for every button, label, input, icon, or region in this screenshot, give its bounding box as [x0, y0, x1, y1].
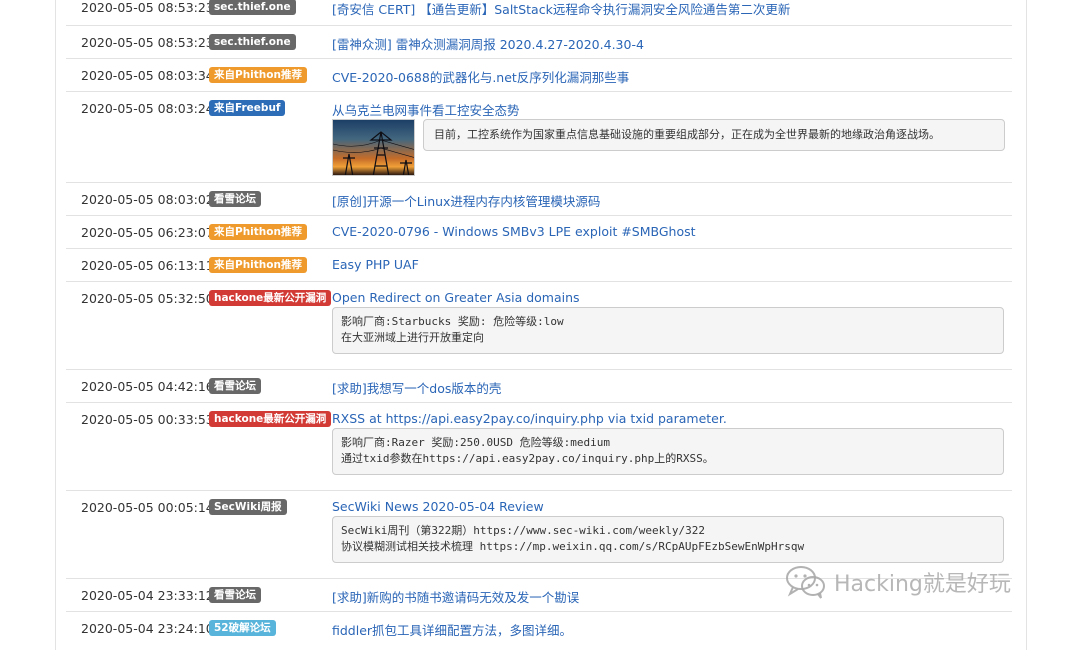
wechat-icon [786, 566, 825, 599]
item-title-link[interactable]: SecWiki News 2020-05-04 Review [332, 499, 544, 514]
vulnerability-detail: 影响厂商:Razer 奖励:250.0USD 危险等级:medium 通过txi… [332, 428, 1004, 475]
list-item: 2020-05-05 05:32:50 hackone最新公开漏洞 Open R… [66, 281, 1012, 370]
list-item: 2020-05-05 00:33:53 hackone最新公开漏洞 RXSS a… [66, 402, 1012, 491]
item-title-link[interactable]: CVE-2020-0688的武器化与.net反序列化漏洞那些事 [332, 67, 629, 86]
list-item: 2020-05-05 06:23:07 来自Phithon推荐 CVE-2020… [66, 215, 1012, 249]
item-time: 2020-05-05 08:03:34 [81, 68, 214, 83]
item-title-link[interactable]: [原创]开源一个Linux进程内存内核管理模块源码 [332, 191, 600, 210]
list-item: 2020-05-05 06:13:11 来自Phithon推荐 Easy PHP… [66, 248, 1012, 282]
item-time: 2020-05-05 05:32:50 [81, 291, 214, 306]
article-summary: 目前，工控系统作为国家重点信息基础设施的重要组成部分，正在成为全世界最新的地缘政… [423, 119, 1005, 151]
item-time: 2020-05-05 08:53:23 [81, 35, 214, 50]
source-badge[interactable]: 来自Phithon推荐 [209, 67, 307, 83]
source-badge[interactable]: 看雪论坛 [209, 378, 261, 394]
list-item: 2020-05-05 08:03:02 看雪论坛 [原创]开源一个Linux进程… [66, 182, 1012, 216]
source-badge[interactable]: 来自Phithon推荐 [209, 224, 307, 240]
item-time: 2020-05-04 23:33:12 [81, 588, 214, 603]
list-item: 2020-05-05 04:42:16 看雪论坛 [求助]我想写一个dos版本的… [66, 369, 1012, 403]
item-time: 2020-05-05 08:03:24 [81, 101, 214, 116]
item-title-link[interactable]: RXSS at https://api.easy2pay.co/inquiry.… [332, 411, 727, 426]
list-item: 2020-05-05 08:53:23 sec.thief.one [奇安信 C… [66, 0, 1012, 25]
item-time: 2020-05-05 06:13:11 [81, 258, 214, 273]
item-title-link[interactable]: [雷神众测] 雷神众测漏洞周报 2020.4.27-2020.4.30-4 [332, 34, 644, 53]
detail-line: 影响厂商:Razer 奖励:250.0USD 危险等级:medium [341, 436, 610, 449]
watermark: Hacking就是好玩 [784, 564, 1011, 600]
detail-line: 通过txid参数在https://api.easy2pay.co/inquiry… [341, 452, 714, 465]
detail-line: 协议模糊测试相关技术梳理 https://mp.weixin.qq.com/s/… [341, 540, 805, 553]
list-item: 2020-05-05 08:03:34 来自Phithon推荐 CVE-2020… [66, 58, 1012, 92]
list-item: 2020-05-05 08:53:23 sec.thief.one [雷神众测]… [66, 25, 1012, 59]
source-badge[interactable]: sec.thief.one [209, 34, 296, 50]
weekly-detail: SecWiki周刊（第322期）https://www.sec-wiki.com… [332, 516, 1004, 563]
item-time: 2020-05-05 06:23:07 [81, 225, 214, 240]
item-time: 2020-05-05 04:42:16 [81, 379, 214, 394]
source-badge[interactable]: hackone最新公开漏洞 [209, 290, 332, 306]
item-title-link[interactable]: fiddler抓包工具详细配置方法，多图详细。 [332, 620, 572, 639]
power-tower-image [333, 131, 414, 175]
source-badge[interactable]: SecWiki周报 [209, 499, 287, 515]
item-title-link[interactable]: [求助]我想写一个dos版本的壳 [332, 378, 501, 397]
item-time: 2020-05-05 00:05:14 [81, 500, 214, 515]
item-title-link[interactable]: CVE-2020-0796 - Windows SMBv3 LPE exploi… [332, 224, 696, 239]
vulnerability-detail: 影响厂商:Starbucks 奖励: 危险等级:low 在大亚洲域上进行开放重定… [332, 307, 1004, 354]
list-item: 2020-05-05 08:03:24 来自Freebuf 从乌克兰电网事件看工… [66, 91, 1012, 183]
item-time: 2020-05-05 08:53:23 [81, 0, 214, 15]
watermark-text: Hacking就是好玩 [834, 572, 1011, 597]
source-badge[interactable]: 来自Freebuf [209, 100, 286, 116]
item-time: 2020-05-05 00:33:53 [81, 412, 214, 427]
item-title-link[interactable]: Open Redirect on Greater Asia domains [332, 290, 580, 305]
item-title-link[interactable]: [奇安信 CERT] 【通告更新】SaltStack远程命令执行漏洞安全风险通告… [332, 0, 790, 18]
source-badge[interactable]: hackone最新公开漏洞 [209, 411, 332, 427]
source-badge[interactable]: 看雪论坛 [209, 587, 261, 603]
source-badge[interactable]: 看雪论坛 [209, 191, 261, 207]
detail-line: 影响厂商:Starbucks 奖励: 危险等级:low [341, 315, 564, 328]
source-badge[interactable]: sec.thief.one [209, 0, 296, 15]
item-time: 2020-05-05 08:03:02 [81, 192, 214, 207]
item-title-link[interactable]: Easy PHP UAF [332, 257, 419, 272]
detail-line: SecWiki周刊（第322期）https://www.sec-wiki.com… [341, 524, 706, 537]
item-title-link[interactable]: [求助]新购的书随书邀请码无效及发一个勘误 [332, 587, 579, 606]
source-badge[interactable]: 来自Phithon推荐 [209, 257, 307, 273]
detail-line: 在大亚洲域上进行开放重定向 [341, 331, 484, 344]
list-item: 2020-05-04 23:24:10 52破解论坛 fiddler抓包工具详细… [66, 611, 1012, 638]
item-title-link[interactable]: 从乌克兰电网事件看工控安全态势 [332, 100, 520, 119]
item-time: 2020-05-04 23:24:10 [81, 621, 214, 636]
article-thumbnail[interactable] [332, 119, 415, 176]
source-badge[interactable]: 52破解论坛 [209, 620, 276, 636]
